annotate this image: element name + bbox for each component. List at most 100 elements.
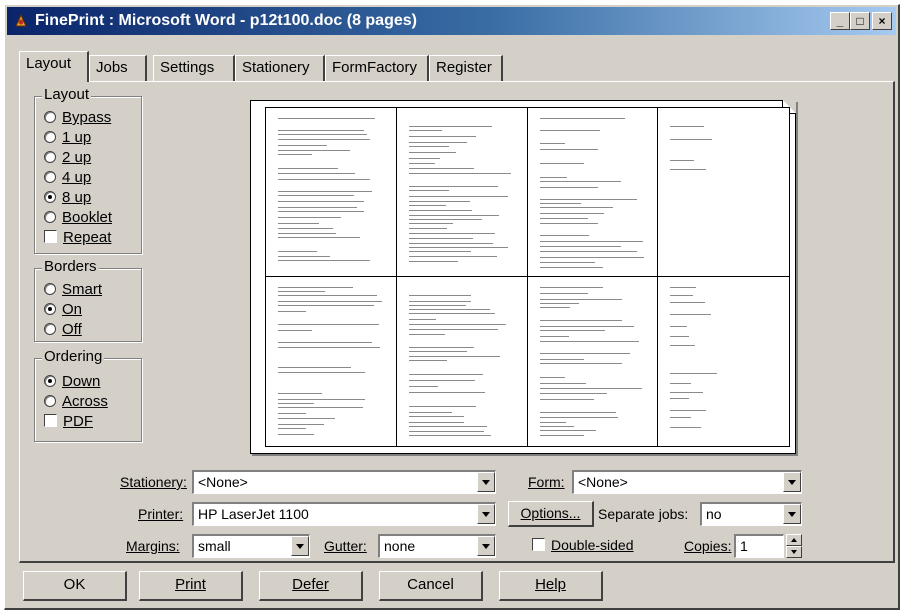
maximize-button[interactable]: □ <box>850 12 870 30</box>
tab-stationery[interactable]: Stationery <box>235 55 325 81</box>
radio-1up[interactable]: 1 up <box>44 128 91 147</box>
preview-text-line <box>670 326 687 327</box>
preview-text-line <box>278 260 370 261</box>
dropdown-arrow-icon[interactable] <box>783 472 801 492</box>
spin-down-icon[interactable] <box>786 546 802 558</box>
checkbox-pdf[interactable]: PDF <box>44 412 93 431</box>
preview-page <box>528 277 659 446</box>
button-label: Cancel <box>407 576 454 593</box>
form-dropdown[interactable]: <None> <box>572 470 802 494</box>
dropdown-arrow-icon[interactable] <box>783 504 801 524</box>
preview-text-line <box>408 158 440 159</box>
preview-text-line <box>278 217 341 218</box>
close-icon: × <box>878 14 886 28</box>
preview-text-line <box>539 187 598 188</box>
printer-dropdown[interactable]: HP LaserJet 1100 <box>192 502 496 526</box>
preview-text-line <box>408 380 476 381</box>
label-text: Separate jobs: <box>598 506 689 522</box>
preview-text-line <box>670 373 717 374</box>
radio-off[interactable]: Off <box>44 320 82 339</box>
preview-text-line <box>539 293 589 294</box>
radio-smart[interactable]: Smart <box>44 280 102 299</box>
preview-page <box>266 277 397 446</box>
radio-4up[interactable]: 4 up <box>44 168 91 187</box>
dropdown-arrow-icon[interactable] <box>477 472 495 492</box>
spin-up-icon[interactable] <box>786 534 802 546</box>
radio-8up[interactable]: 8 up <box>44 188 91 207</box>
title-bar[interactable]: FinePrint : Microsoft Word - p12t100.doc… <box>7 7 896 35</box>
tab-layout[interactable]: Layout <box>19 51 89 82</box>
close-button[interactable]: × <box>872 12 892 30</box>
ok-button[interactable]: OK <box>23 571 127 601</box>
label-text: Gutter: <box>324 538 367 554</box>
radio-down[interactable]: Down <box>44 372 100 391</box>
dropdown-arrow-icon[interactable] <box>291 536 309 556</box>
radio-label: 1 up <box>62 129 92 146</box>
preview-text-line <box>278 168 339 169</box>
preview-text-line <box>670 295 693 296</box>
gutter-dropdown[interactable]: none <box>378 534 496 558</box>
margins-label: Margins: <box>126 538 180 554</box>
radio-button[interactable] <box>44 171 56 183</box>
tab-settings[interactable]: Settings <box>153 55 235 81</box>
radio-bypass[interactable]: Bypass <box>44 108 111 127</box>
preview-text-line <box>408 146 450 147</box>
radio-across[interactable]: Across <box>44 392 108 411</box>
help-button[interactable]: Help <box>499 571 603 601</box>
preview-text-line <box>278 367 352 368</box>
preview-text-line <box>539 199 637 200</box>
preview-text-line <box>408 374 484 375</box>
checkbox-double-sided[interactable]: Double-sided <box>532 537 634 553</box>
preview-text-line <box>408 431 485 432</box>
radio-button-selected[interactable] <box>44 191 56 203</box>
radio-booklet[interactable]: Booklet <box>44 208 112 227</box>
defer-button[interactable]: Defer <box>259 571 363 601</box>
preview-text-line <box>278 291 325 292</box>
preview-text-line <box>539 377 566 378</box>
preview-text-line <box>670 314 712 315</box>
radio-button[interactable] <box>44 395 56 407</box>
tab-formfactory[interactable]: FormFactory <box>325 55 429 81</box>
radio-2up[interactable]: 2 up <box>44 148 91 167</box>
radio-button[interactable] <box>44 131 56 143</box>
preview-text-line <box>278 407 364 408</box>
preview-text-line <box>539 399 594 400</box>
radio-button[interactable] <box>44 111 56 123</box>
checkbox[interactable] <box>532 538 545 551</box>
stationery-dropdown[interactable]: <None> <box>192 470 496 494</box>
copies-input[interactable]: 1 <box>734 534 784 558</box>
checkbox-label: Repeat <box>63 229 112 246</box>
preview-text-line <box>408 130 442 131</box>
preview-text-line <box>278 403 315 404</box>
preview-text-line <box>408 305 466 306</box>
radio-button[interactable] <box>44 211 56 223</box>
separate-jobs-dropdown[interactable]: no <box>700 502 802 526</box>
checkbox-repeat[interactable]: Repeat <box>44 228 111 247</box>
radio-button-selected[interactable] <box>44 375 56 387</box>
margins-dropdown[interactable]: small <box>192 534 310 558</box>
fineprint-app-icon[interactable] <box>13 13 29 29</box>
radio-button-selected[interactable] <box>44 303 56 315</box>
radio-button[interactable] <box>44 151 56 163</box>
preview-text-line <box>408 261 459 262</box>
minimize-button[interactable]: _ <box>830 12 850 30</box>
cancel-button[interactable]: Cancel <box>379 571 483 601</box>
radio-on[interactable]: On <box>44 300 82 319</box>
preview-text-line <box>539 223 599 224</box>
copies-spinner[interactable] <box>786 534 802 558</box>
options-button[interactable]: Options... <box>508 501 594 527</box>
dropdown-arrow-icon[interactable] <box>477 536 495 556</box>
preview-text-line <box>278 418 335 419</box>
tab-jobs[interactable]: Jobs <box>89 55 147 81</box>
print-button[interactable]: Print <box>139 571 243 601</box>
radio-button[interactable] <box>44 283 56 295</box>
preview-text-line <box>539 299 623 300</box>
tab-register[interactable]: Register <box>429 55 503 81</box>
radio-button[interactable] <box>44 323 56 335</box>
checkbox[interactable] <box>44 230 57 243</box>
dropdown-arrow-icon[interactable] <box>477 504 495 524</box>
preview-text-line <box>670 169 707 170</box>
preview-text-line <box>539 235 589 236</box>
label-text: Printer: <box>138 506 184 522</box>
checkbox[interactable] <box>44 414 57 427</box>
